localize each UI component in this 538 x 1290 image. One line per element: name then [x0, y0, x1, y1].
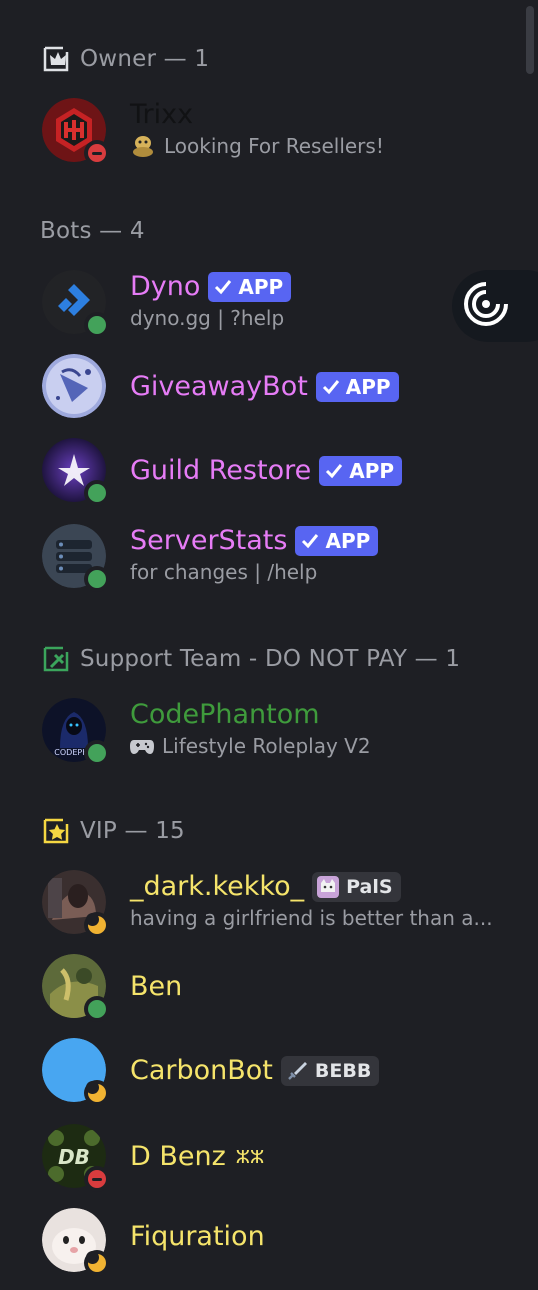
section-header-support: Support Team - DO NOT PAY — 1: [40, 642, 460, 676]
status-online: [84, 740, 110, 766]
avatar: [42, 1208, 110, 1276]
guild-tag: PalS: [312, 872, 401, 902]
member-name: GiveawayBot: [130, 371, 308, 402]
member-ben[interactable]: Ben: [40, 952, 510, 1022]
member-trixx[interactable]: Trixx Looking For Resellers!: [40, 96, 510, 166]
member-name: Guild Restore: [130, 455, 312, 486]
avatar: [42, 438, 110, 506]
section-label-owner: Owner — 1: [80, 46, 210, 72]
avatar: [42, 954, 110, 1022]
member-name: CarbonBot: [130, 1055, 273, 1086]
sword-icon: [285, 1059, 309, 1083]
status-online: [84, 480, 110, 506]
guild-tag: BEBB: [280, 1056, 380, 1086]
member-name: D Benz: [130, 1141, 226, 1172]
member-list: Owner — 1 Trixx Looking For Resellers! B…: [0, 0, 538, 1290]
avatar: [42, 98, 110, 166]
app-tag: APP: [295, 526, 379, 556]
member-dbenz[interactable]: DB D Benz ⵣⵣ: [40, 1122, 510, 1192]
app-tag-label: APP: [238, 275, 284, 299]
status-dnd: [84, 140, 110, 166]
member-activity: Looking For Resellers!: [164, 134, 384, 158]
member-name: Fiquration: [130, 1221, 265, 1252]
guild-tag-label: PalS: [346, 876, 393, 898]
app-tag: APP: [319, 456, 403, 486]
guild-tag-label: BEBB: [314, 1060, 372, 1082]
scrollbar-thumb[interactable]: [526, 6, 534, 74]
member-fiquration[interactable]: Fiquration: [40, 1206, 510, 1276]
member-name: CodePhantom: [130, 699, 320, 730]
member-name: _dark.kekko_: [130, 871, 305, 902]
member-name: Ben: [130, 971, 183, 1002]
avatar: CODEPHA: [42, 698, 110, 766]
member-carbonbot[interactable]: CarbonBot BEBB: [40, 1036, 510, 1106]
status-dnd: [84, 1166, 110, 1192]
status-idle: [84, 1250, 110, 1276]
star-role-icon: [40, 814, 74, 848]
status-online: [84, 996, 110, 1022]
crown-role-icon: [40, 42, 74, 76]
checkmark-icon: [326, 464, 343, 479]
section-header-bots: Bots — 4: [40, 214, 145, 248]
member-dyno[interactable]: Dyno APP dyno.gg | ?help: [40, 268, 510, 338]
status-idle: [84, 1080, 110, 1106]
member-activity: Lifestyle Roleplay V2: [162, 734, 371, 758]
name-suffix: ⵣⵣ: [235, 1146, 265, 1168]
avatar: [42, 1038, 110, 1106]
avatar: DB: [42, 1124, 110, 1192]
app-tag-label: APP: [345, 375, 391, 399]
member-activity: for changes | /help: [130, 560, 318, 584]
tools-role-icon: [40, 642, 74, 676]
checkmark-icon: [322, 380, 339, 395]
member-guildrestore[interactable]: Guild Restore APP: [40, 436, 510, 506]
member-name: Trixx: [130, 99, 194, 130]
member-name: ServerStats: [130, 525, 288, 556]
emoji-icon: [130, 133, 156, 159]
member-activity: dyno.gg | ?help: [130, 306, 285, 330]
member-serverstats[interactable]: ServerStats APP for changes | /help: [40, 522, 510, 592]
app-tag-label: APP: [325, 529, 371, 553]
member-activity: having a girlfriend is better than a...: [130, 906, 493, 930]
floating-widget-button[interactable]: [452, 270, 538, 342]
status-online: [84, 566, 110, 592]
section-label-bots: Bots — 4: [40, 218, 145, 244]
avatar: [42, 354, 106, 418]
section-header-owner: Owner — 1: [40, 42, 209, 76]
avatar: [42, 870, 110, 938]
member-darkkekko[interactable]: _dark.kekko_ PalS having a girlfriend is…: [40, 868, 510, 938]
app-tag-label: APP: [349, 459, 395, 483]
member-giveawaybot[interactable]: GiveawayBot APP: [40, 352, 510, 422]
avatar: [42, 270, 110, 338]
status-idle: [84, 912, 110, 938]
checkmark-icon: [302, 534, 319, 549]
app-tag: APP: [208, 272, 292, 302]
checkmark-icon: [215, 280, 232, 295]
cat-icon: [316, 875, 340, 899]
member-name: Dyno: [130, 271, 201, 302]
target-icon: [462, 280, 510, 332]
app-tag: APP: [315, 372, 399, 402]
section-label-support: Support Team - DO NOT PAY — 1: [80, 646, 461, 672]
section-header-vip: VIP — 15: [40, 814, 185, 848]
section-label-vip: VIP — 15: [80, 818, 185, 844]
gamepad-icon: [130, 736, 154, 756]
avatar: [42, 524, 110, 592]
status-online: [84, 312, 110, 338]
avatar-text: DB: [58, 1145, 90, 1169]
member-codephantom[interactable]: CODEPHA CodePhantom Lifestyle Roleplay V…: [40, 696, 510, 766]
